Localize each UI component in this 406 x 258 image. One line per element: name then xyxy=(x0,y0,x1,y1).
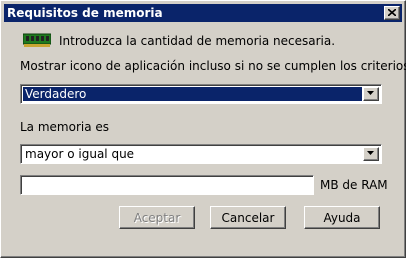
close-icon xyxy=(388,9,396,16)
window-title: Requisitos de memoria xyxy=(7,6,163,20)
ram-unit-label: MB de RAM xyxy=(320,178,388,192)
memory-condition-dropdown[interactable]: mayor o igual que xyxy=(20,144,382,164)
memory-condition-dropdown-button[interactable] xyxy=(363,147,379,161)
chevron-down-icon xyxy=(367,151,374,155)
close-button[interactable] xyxy=(384,6,400,20)
criteria-dropdown[interactable]: Verdadero xyxy=(20,84,382,104)
ram-amount-input[interactable] xyxy=(20,175,314,195)
memory-condition-label: La memoria es xyxy=(20,120,110,134)
memory-condition-value: mayor o igual que xyxy=(25,147,135,161)
memory-requirements-dialog: Requisitos de memoria Introduzca la cant… xyxy=(0,0,406,258)
criteria-dropdown-button[interactable] xyxy=(363,87,379,101)
help-button[interactable]: Ayuda xyxy=(304,206,380,229)
criteria-label: Mostrar icono de aplicación incluso si n… xyxy=(20,59,406,73)
info-text: Introduzca la cantidad de memoria necesa… xyxy=(59,34,336,48)
accept-button[interactable]: Aceptar xyxy=(119,206,195,229)
title-bar: Requisitos de memoria xyxy=(4,4,402,22)
chevron-down-icon xyxy=(367,91,374,95)
cancel-button[interactable]: Cancelar xyxy=(210,206,286,229)
criteria-dropdown-value: Verdadero xyxy=(23,87,362,101)
memory-module-icon xyxy=(23,33,51,47)
